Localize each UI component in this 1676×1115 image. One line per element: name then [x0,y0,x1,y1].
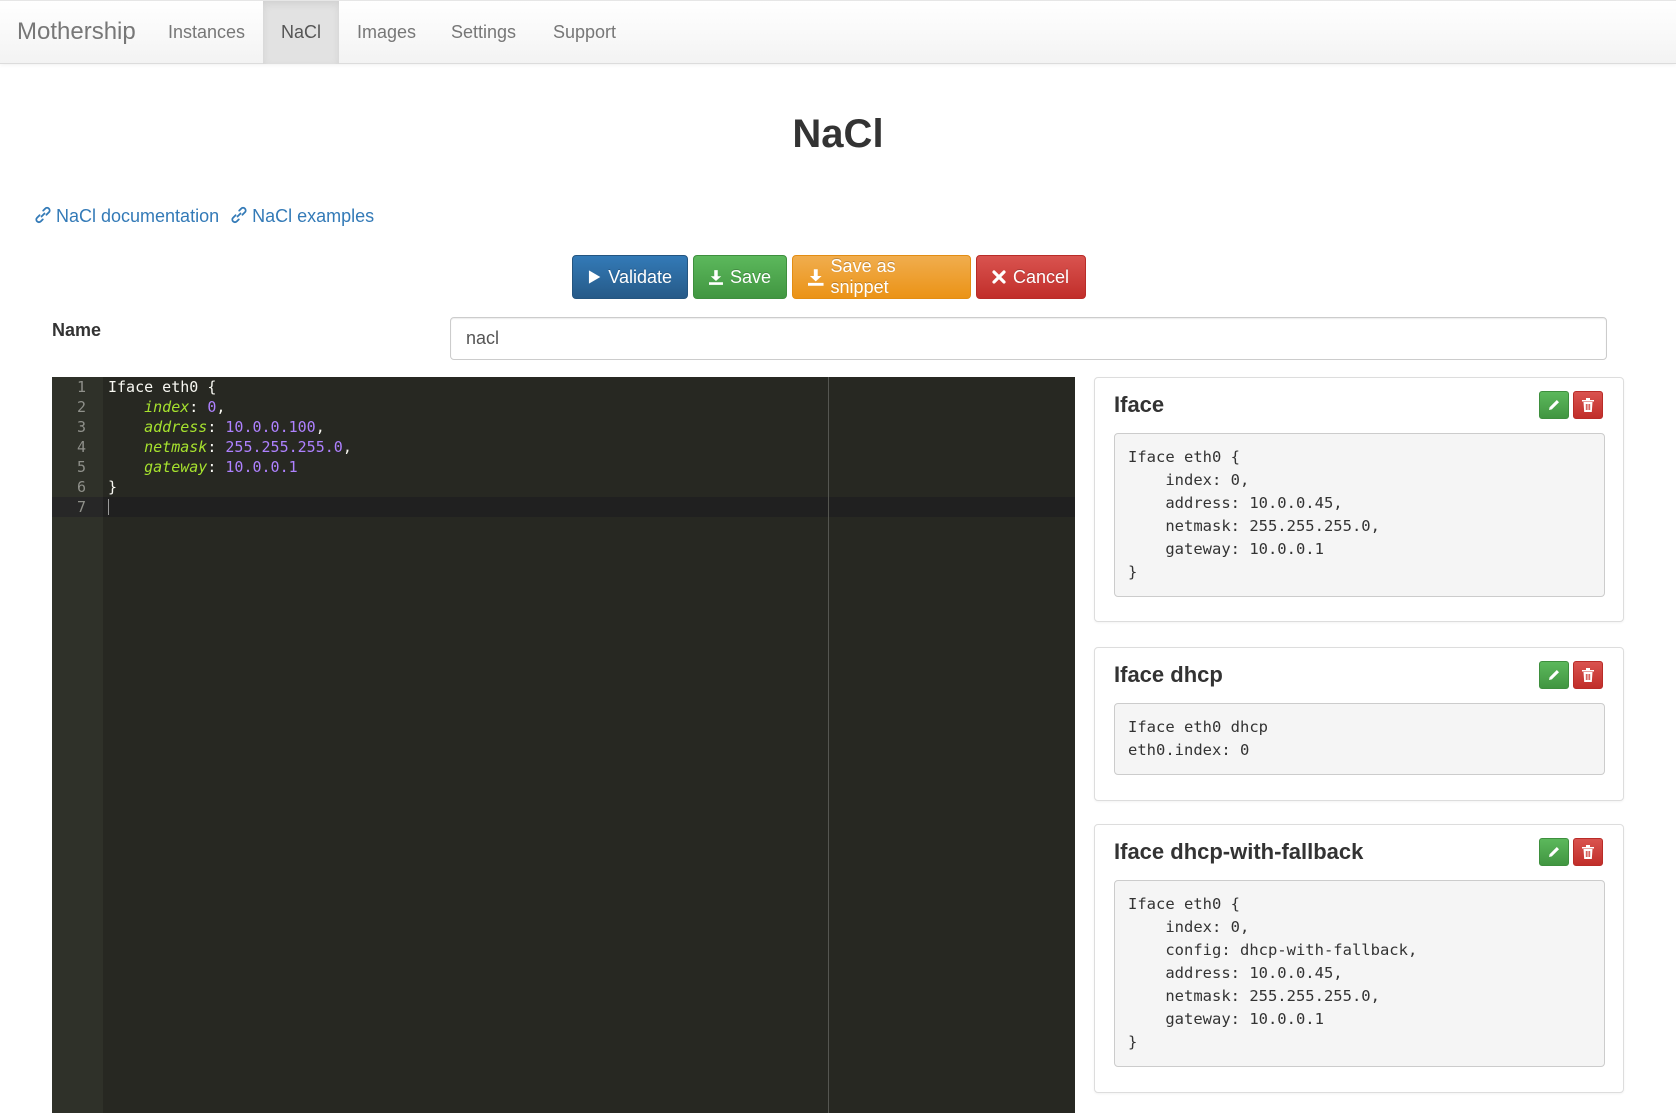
editor-line: 4 netmask: 255.255.255.0, [52,437,1075,457]
brand[interactable]: Mothership [17,18,136,46]
line-number: 1 [76,378,86,396]
pencil-icon [1549,847,1559,857]
editor-line: 5 gateway: 10.0.0.1 [52,457,1075,477]
line-number: 5 [76,458,86,476]
validate-label: Validate [608,266,672,287]
snippet-code: Iface eth0 dhcp eth0.index: 0 [1114,703,1605,775]
editor-active-line: 7 [52,497,1075,517]
code-value: 255.255.255.0 [225,438,343,456]
cancel-label: Cancel [1013,266,1070,287]
editor-line: 2 index: 0, [52,397,1075,417]
save-as-snippet-button[interactable]: Save as snippet [792,255,971,299]
nav-support[interactable]: Support [535,1,634,64]
snippet-title: Iface dhcp-with-fallback [1114,839,1364,864]
pencil-icon [1549,670,1559,680]
line-code: netmask: 255.255.255.0, [144,438,352,456]
text-cursor [108,499,109,515]
delete-snippet-button[interactable] [1573,661,1603,689]
line-number: 3 [76,418,86,436]
code-key: address [144,418,208,436]
page-title: NaCl [792,112,884,156]
delete-snippet-button[interactable] [1573,838,1603,866]
line-code: gateway: 10.0.0.1 [144,458,298,476]
snippet-title: Iface dhcp [1114,662,1223,687]
navbar: Mothership Instances NaCl Images Setting… [0,0,1676,64]
download-icon [709,269,723,285]
line-number: 4 [76,438,86,456]
snippet-code: Iface eth0 { index: 0, config: dhcp-with… [1114,880,1605,1067]
code-key: gateway [144,458,208,476]
toolbar: Validate Save Save as snippet Cancel [572,255,1086,299]
name-label: Name [52,320,102,340]
code-key: index [144,398,190,416]
save-button[interactable]: Save [693,255,787,299]
code-value: 0 [207,398,217,416]
line-number: 6 [76,478,86,496]
doc-links: NaCl documentation NaCl examples [34,206,380,227]
edit-snippet-button[interactable] [1539,838,1569,866]
download-icon [808,268,824,286]
snippet-title: Iface [1114,392,1165,417]
editor-line: 1 Iface eth0 { [52,377,1075,397]
snippet-panel: Iface dhcp-with-fallback Iface eth0 { in… [1094,824,1624,1093]
trash-icon [1582,668,1594,682]
validate-button[interactable]: Validate [572,255,688,299]
link-icon [231,206,247,224]
cancel-button[interactable]: Cancel [976,255,1086,299]
code-value: 10.0.0.1 [225,458,298,476]
documentation-link-label: NaCl documentation [56,206,220,226]
nav-instances[interactable]: Instances [150,1,263,64]
line-code: address: 10.0.0.100, [144,418,325,436]
trash-icon [1582,398,1594,412]
edit-snippet-button[interactable] [1539,391,1569,419]
code-editor[interactable]: 1 Iface eth0 { 2 index: 0, 3 address: 10… [52,377,1075,1113]
snippet-panel: Iface dhcp Iface eth0 dhcp eth0.index: 0 [1094,647,1624,801]
editor-line: 3 address: 10.0.0.100, [52,417,1075,437]
snippet-panel: Iface Iface eth0 { index: 0, address: 10… [1094,377,1624,622]
trash-icon [1582,845,1594,859]
line-code: index: 0, [144,398,226,416]
documentation-link[interactable]: NaCl documentation [34,206,224,226]
line-number: 7 [52,497,103,517]
line-code: Iface eth0 { [108,378,217,396]
name-input[interactable] [450,317,1607,360]
examples-link-label: NaCl examples [252,206,375,226]
save-label: Save [729,266,771,287]
code-value: 10.0.0.100 [225,418,316,436]
pencil-icon [1549,400,1559,410]
play-icon [588,270,601,284]
snippet-code: Iface eth0 { index: 0, address: 10.0.0.4… [1114,433,1605,597]
code-key: netmask [144,438,208,456]
save-as-snippet-label: Save as snippet [830,256,896,297]
nav-nacl[interactable]: NaCl [263,1,340,64]
examples-link[interactable]: NaCl examples [230,206,374,226]
edit-snippet-button[interactable] [1539,661,1569,689]
nav-settings[interactable]: Settings [433,1,534,64]
delete-snippet-button[interactable] [1573,391,1603,419]
link-icon [35,206,51,224]
line-number: 2 [76,398,86,416]
editor-line: 6 } [52,477,1075,497]
print-margin [828,377,829,1113]
close-icon [992,270,1006,284]
nav-images[interactable]: Images [339,1,434,64]
line-code: } [108,478,118,496]
